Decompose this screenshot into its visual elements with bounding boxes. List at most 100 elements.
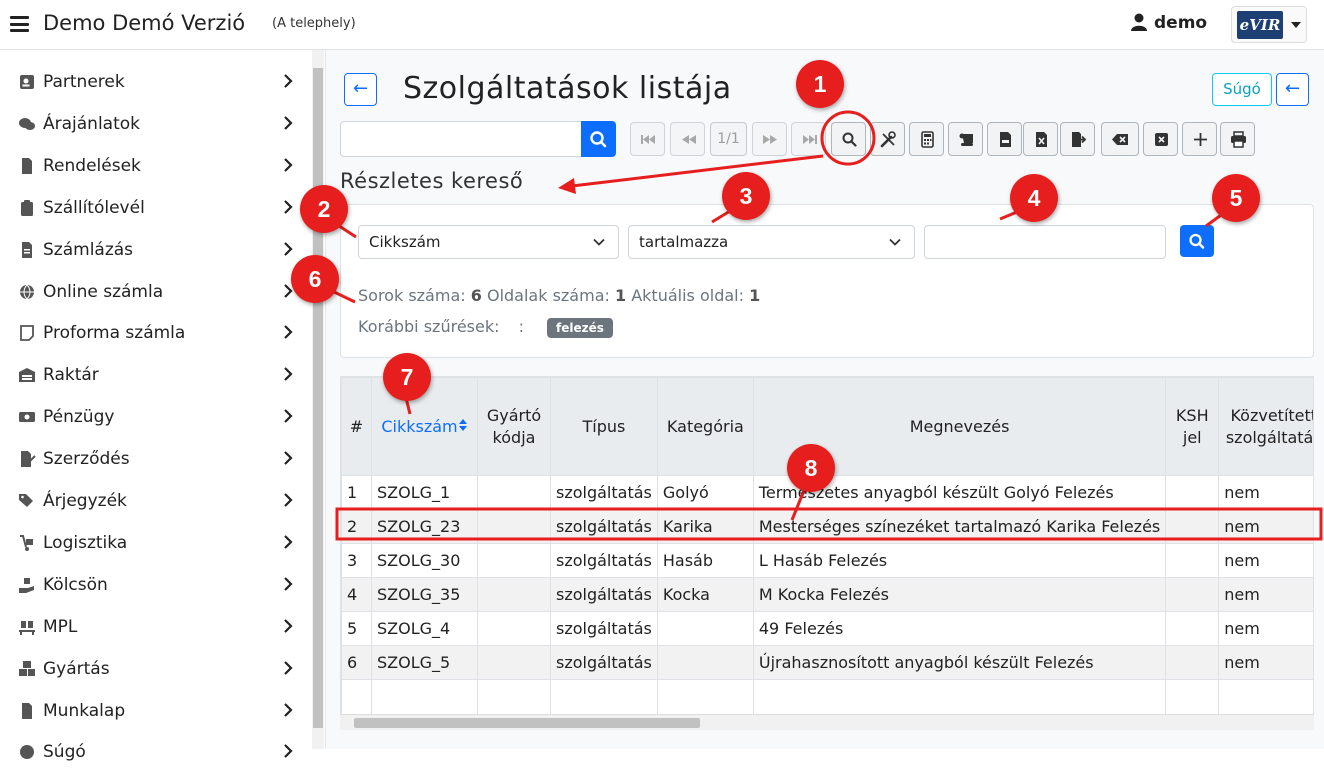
chevron-right-icon bbox=[282, 492, 294, 512]
sidebar-item-penzugy[interactable]: Pénzügy bbox=[0, 397, 310, 439]
sidebar-item-gyartas[interactable]: Gyártás bbox=[0, 649, 310, 691]
field-select[interactable]: Cikkszám bbox=[358, 225, 619, 259]
delete-filter-button[interactable] bbox=[1143, 122, 1178, 156]
table-cell: szolgáltatás bbox=[550, 645, 658, 680]
sidebar-scrollbar-thumb[interactable] bbox=[313, 68, 323, 728]
export-button[interactable] bbox=[1060, 122, 1095, 156]
table-cell: Karika bbox=[656, 509, 754, 544]
table-row[interactable]: 4 SZOLG_35 szolgáltatás Kocka M Kocka Felezé… bbox=[341, 577, 1313, 612]
sidebar-item-sugo[interactable]: Súgó bbox=[0, 732, 310, 774]
search-value-input[interactable] bbox=[924, 225, 1166, 259]
sidebar-item-label: Logisztika bbox=[43, 532, 128, 553]
table-cell: nem bbox=[1218, 577, 1313, 612]
operator-select[interactable]: tartalmazza bbox=[628, 225, 915, 259]
table-row[interactable]: 6 SZOLG_5 szolgáltatás Újrahasznosított any… bbox=[341, 645, 1313, 680]
annotation-marker-4: 4 bbox=[1010, 174, 1058, 222]
sidebar-item-rendelesek[interactable]: Rendelések bbox=[0, 146, 310, 188]
table-cell: SZOLG_30 bbox=[371, 543, 478, 578]
sidebar-item-proforma-szamla[interactable]: Proforma számla bbox=[0, 313, 310, 355]
annotation-marker-6: 6 bbox=[291, 255, 339, 303]
quick-search-button[interactable] bbox=[581, 121, 616, 157]
chevron-right-icon bbox=[282, 408, 294, 428]
file-alt-icon bbox=[22, 702, 32, 719]
sidebar-item-online-szamla[interactable]: Online számla bbox=[0, 272, 310, 314]
scroll-document-button[interactable] bbox=[948, 122, 983, 156]
chevron-right-icon bbox=[282, 157, 294, 177]
user-menu[interactable]: demo bbox=[1130, 13, 1207, 33]
search-icon bbox=[1189, 233, 1205, 249]
chevron-right-icon bbox=[282, 743, 294, 763]
print-button[interactable] bbox=[1220, 122, 1255, 156]
results-table: # Cikkszám Gyártó kódja Típus Kategória Megnev… bbox=[341, 377, 1314, 728]
help-button[interactable]: Súgó bbox=[1212, 73, 1272, 106]
table-cell bbox=[1165, 577, 1220, 612]
annotation-marker-1: 1 bbox=[796, 60, 844, 108]
logo-dropdown[interactable]: eVIR bbox=[1231, 6, 1307, 43]
table-cell: nem bbox=[1218, 611, 1313, 646]
chevron-right-icon bbox=[282, 450, 294, 470]
previous-filter-badge[interactable]: felezés bbox=[547, 318, 613, 338]
column-header-label: Közvetített bbox=[1230, 405, 1314, 425]
table-cell: Kocka bbox=[656, 577, 754, 612]
sidebar-item-arajanlatok[interactable]: Árajánlatok bbox=[0, 104, 310, 146]
table-row[interactable]: 3 SZOLG_30 szolgáltatás Hasáb L Hasáb Felezé… bbox=[341, 543, 1313, 578]
back-button[interactable]: ← bbox=[344, 73, 377, 106]
run-search-button[interactable] bbox=[1180, 225, 1214, 257]
back-button-right[interactable]: ← bbox=[1276, 73, 1309, 106]
table-horizontal-scrollbar[interactable] bbox=[340, 714, 1314, 730]
sidebar-item-szamlazas[interactable]: Számlázás bbox=[0, 230, 310, 272]
cubes-icon bbox=[19, 660, 35, 676]
sidebar-item-munkalap[interactable]: Munkalap bbox=[0, 691, 310, 733]
detailed-search-button[interactable] bbox=[831, 122, 866, 156]
table-cell: szolgáltatás bbox=[550, 577, 658, 612]
table-cell: SZOLG_4 bbox=[371, 611, 478, 646]
table-cell bbox=[477, 475, 551, 510]
clear-search-button[interactable] bbox=[1101, 122, 1139, 156]
clipboard-icon bbox=[21, 199, 33, 216]
first-page-button[interactable] bbox=[630, 122, 665, 156]
sidebar-item-kolcson[interactable]: Kölcsön bbox=[0, 565, 310, 607]
annotation-marker-2: 2 bbox=[300, 185, 348, 233]
add-button[interactable] bbox=[1182, 122, 1217, 156]
sidebar-item-label: Munkalap bbox=[43, 700, 126, 721]
quick-search-input[interactable] bbox=[340, 121, 582, 157]
sidebar-item-logisztika[interactable]: Logisztika bbox=[0, 523, 310, 565]
next-page-button[interactable] bbox=[752, 122, 787, 156]
table-cell: szolgáltatás bbox=[550, 475, 658, 510]
table-cell bbox=[477, 611, 551, 646]
sidebar-item-label: Súgó bbox=[43, 742, 86, 763]
export-csv-button[interactable] bbox=[987, 122, 1022, 156]
table-row[interactable]: 2 SZOLG_23 szolgáltatás Karika Mesterséges s… bbox=[341, 509, 1313, 544]
calculator-button[interactable] bbox=[909, 122, 944, 156]
table-cell: 5 bbox=[341, 611, 372, 646]
table-cell: nem bbox=[1218, 543, 1313, 578]
chevron-right-icon bbox=[282, 73, 294, 93]
column-header-label: jel bbox=[1182, 427, 1202, 447]
table-row[interactable]: 5 SZOLG_4 szolgáltatás 49 Felezés nem bbox=[341, 611, 1313, 646]
column-header-label: szolgáltatás bbox=[1225, 427, 1314, 447]
sidebar-item-partnerek[interactable]: Partnerek bbox=[0, 62, 310, 104]
sidebar-item-szerzodes[interactable]: Szerződés bbox=[0, 439, 310, 481]
column-header-label: # bbox=[349, 416, 364, 436]
table-cell: Hasáb bbox=[656, 543, 754, 578]
page-title: Szolgáltatások listája bbox=[403, 71, 732, 106]
sidebar-item-mpl[interactable]: MPL bbox=[0, 607, 310, 649]
column-header-label: Cikkszám bbox=[381, 416, 458, 436]
prev-page-button[interactable] bbox=[670, 122, 705, 156]
sidebar: Partnerek Árajánlatok Rendelések Szállítóle… bbox=[0, 50, 326, 762]
sidebar-item-label: Rendelések bbox=[43, 155, 141, 176]
first-page-icon bbox=[641, 135, 655, 144]
sidebar-item-raktar[interactable]: Raktár bbox=[0, 355, 310, 397]
last-page-button[interactable] bbox=[791, 122, 826, 156]
table-scrollbar-thumb[interactable] bbox=[354, 718, 700, 728]
sidebar-item-szallitolevel[interactable]: Szállítólevél bbox=[0, 188, 310, 230]
settings-tools-button[interactable] bbox=[870, 122, 905, 156]
sidebar-item-arjegyzek[interactable]: Árjegyzék bbox=[0, 481, 310, 523]
export-excel-button[interactable] bbox=[1023, 122, 1058, 156]
table-cell: SZOLG_1 bbox=[371, 475, 478, 510]
chevron-right-icon bbox=[282, 115, 294, 135]
file-signature-icon bbox=[21, 451, 36, 468]
column-header-col7: Közvetített szolgáltatás bbox=[1218, 377, 1314, 476]
hamburger-menu-icon[interactable] bbox=[10, 16, 29, 32]
table-cell: 3 bbox=[341, 543, 372, 578]
